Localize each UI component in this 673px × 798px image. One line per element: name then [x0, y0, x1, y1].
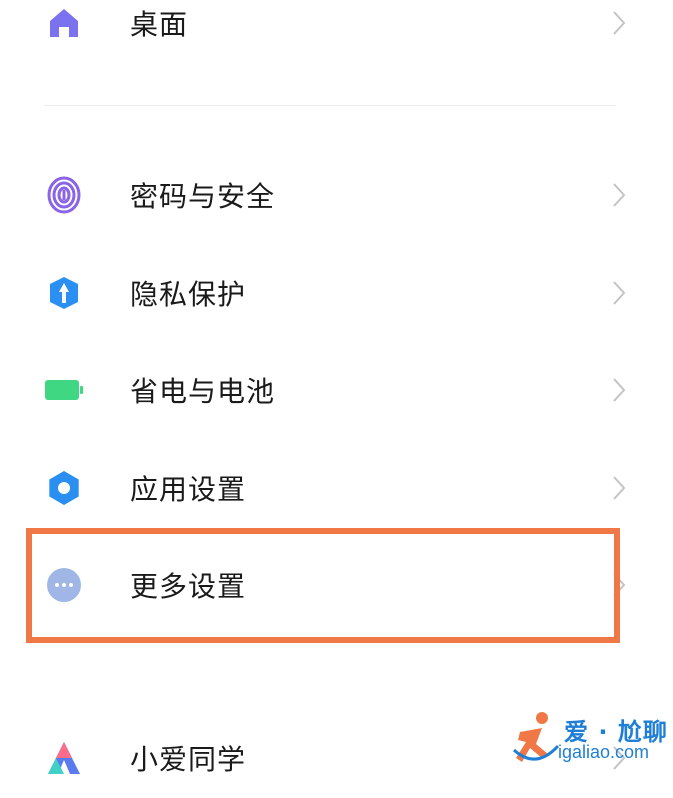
watermark: 爱 · 尬聊 igaliao.com: [512, 708, 672, 774]
settings-item-label: 小爱同学: [130, 743, 247, 776]
battery-icon: [45, 380, 83, 400]
settings-item-password-security[interactable]: 密码与安全: [0, 155, 673, 235]
runner-logo-icon: [512, 712, 560, 762]
watermark-url: igaliao.com: [558, 742, 650, 762]
privacy-shield-icon: [50, 277, 78, 309]
chevron-right-icon: [613, 281, 626, 305]
settings-item-privacy[interactable]: 隐私保护: [0, 253, 673, 333]
fingerprint-icon: [47, 176, 81, 214]
chevron-right-icon: [613, 183, 626, 207]
gear-icon: [49, 471, 79, 505]
chevron-right-icon: [613, 11, 626, 35]
home-icon: [50, 9, 78, 37]
settings-item-label: 密码与安全: [130, 180, 276, 213]
settings-item-desktop[interactable]: 桌面: [0, 0, 673, 63]
settings-item-label: 省电与电池: [130, 375, 276, 408]
chevron-right-icon: [613, 476, 626, 500]
settings-item-battery[interactable]: 省电与电池: [0, 350, 673, 430]
highlight-box: [26, 528, 620, 643]
settings-item-app-settings[interactable]: 应用设置: [0, 448, 673, 528]
settings-item-label: 隐私保护: [130, 278, 247, 311]
settings-item-label: 桌面: [130, 8, 189, 41]
section-divider: [44, 105, 616, 106]
chevron-right-icon: [613, 378, 626, 402]
settings-item-label: 应用设置: [130, 473, 247, 506]
xiaoai-icon: [48, 742, 80, 774]
